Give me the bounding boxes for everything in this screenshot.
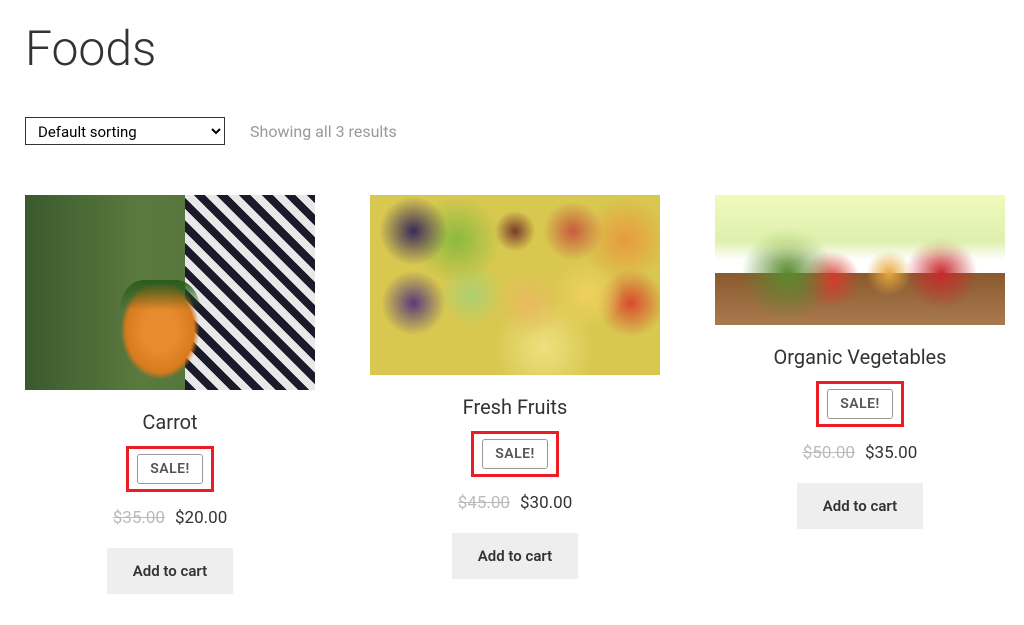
product-name[interactable]: Organic Vegetables [774, 345, 947, 369]
sale-price: $35.00 [865, 443, 917, 463]
product-card-vegetables: Organic Vegetables SALE! $50.00 $35.00 Ad… [715, 195, 1005, 529]
sale-price: $30.00 [520, 493, 572, 513]
product-image[interactable] [370, 195, 660, 375]
sale-highlight: SALE! [126, 446, 214, 492]
product-image[interactable] [25, 195, 315, 390]
page-title: Foods [25, 20, 999, 77]
price-row: $45.00 $30.00 [458, 493, 573, 513]
sale-badge: SALE! [482, 439, 548, 469]
old-price: $45.00 [458, 493, 510, 513]
price-row: $50.00 $35.00 [803, 443, 918, 463]
sale-highlight: SALE! [816, 381, 904, 427]
sale-badge: SALE! [137, 454, 203, 484]
product-name[interactable]: Carrot [142, 410, 197, 434]
toolbar: Default sorting Showing all 3 results [25, 117, 999, 145]
sale-badge: SALE! [827, 389, 893, 419]
price-row: $35.00 $20.00 [113, 508, 228, 528]
sale-highlight: SALE! [471, 431, 559, 477]
old-price: $35.00 [113, 508, 165, 528]
product-name[interactable]: Fresh Fruits [463, 395, 568, 419]
add-to-cart-button[interactable]: Add to cart [452, 533, 578, 579]
add-to-cart-button[interactable]: Add to cart [797, 483, 923, 529]
product-grid: Carrot SALE! $35.00 $20.00 Add to cart Fr… [25, 195, 999, 594]
product-card-carrot: Carrot SALE! $35.00 $20.00 Add to cart [25, 195, 315, 594]
product-image[interactable] [715, 195, 1005, 325]
add-to-cart-button[interactable]: Add to cart [107, 548, 233, 594]
old-price: $50.00 [803, 443, 855, 463]
product-card-fruits: Fresh Fruits SALE! $45.00 $30.00 Add to c… [370, 195, 660, 579]
result-count: Showing all 3 results [250, 122, 397, 141]
sale-price: $20.00 [175, 508, 227, 528]
sort-select[interactable]: Default sorting [25, 117, 225, 145]
